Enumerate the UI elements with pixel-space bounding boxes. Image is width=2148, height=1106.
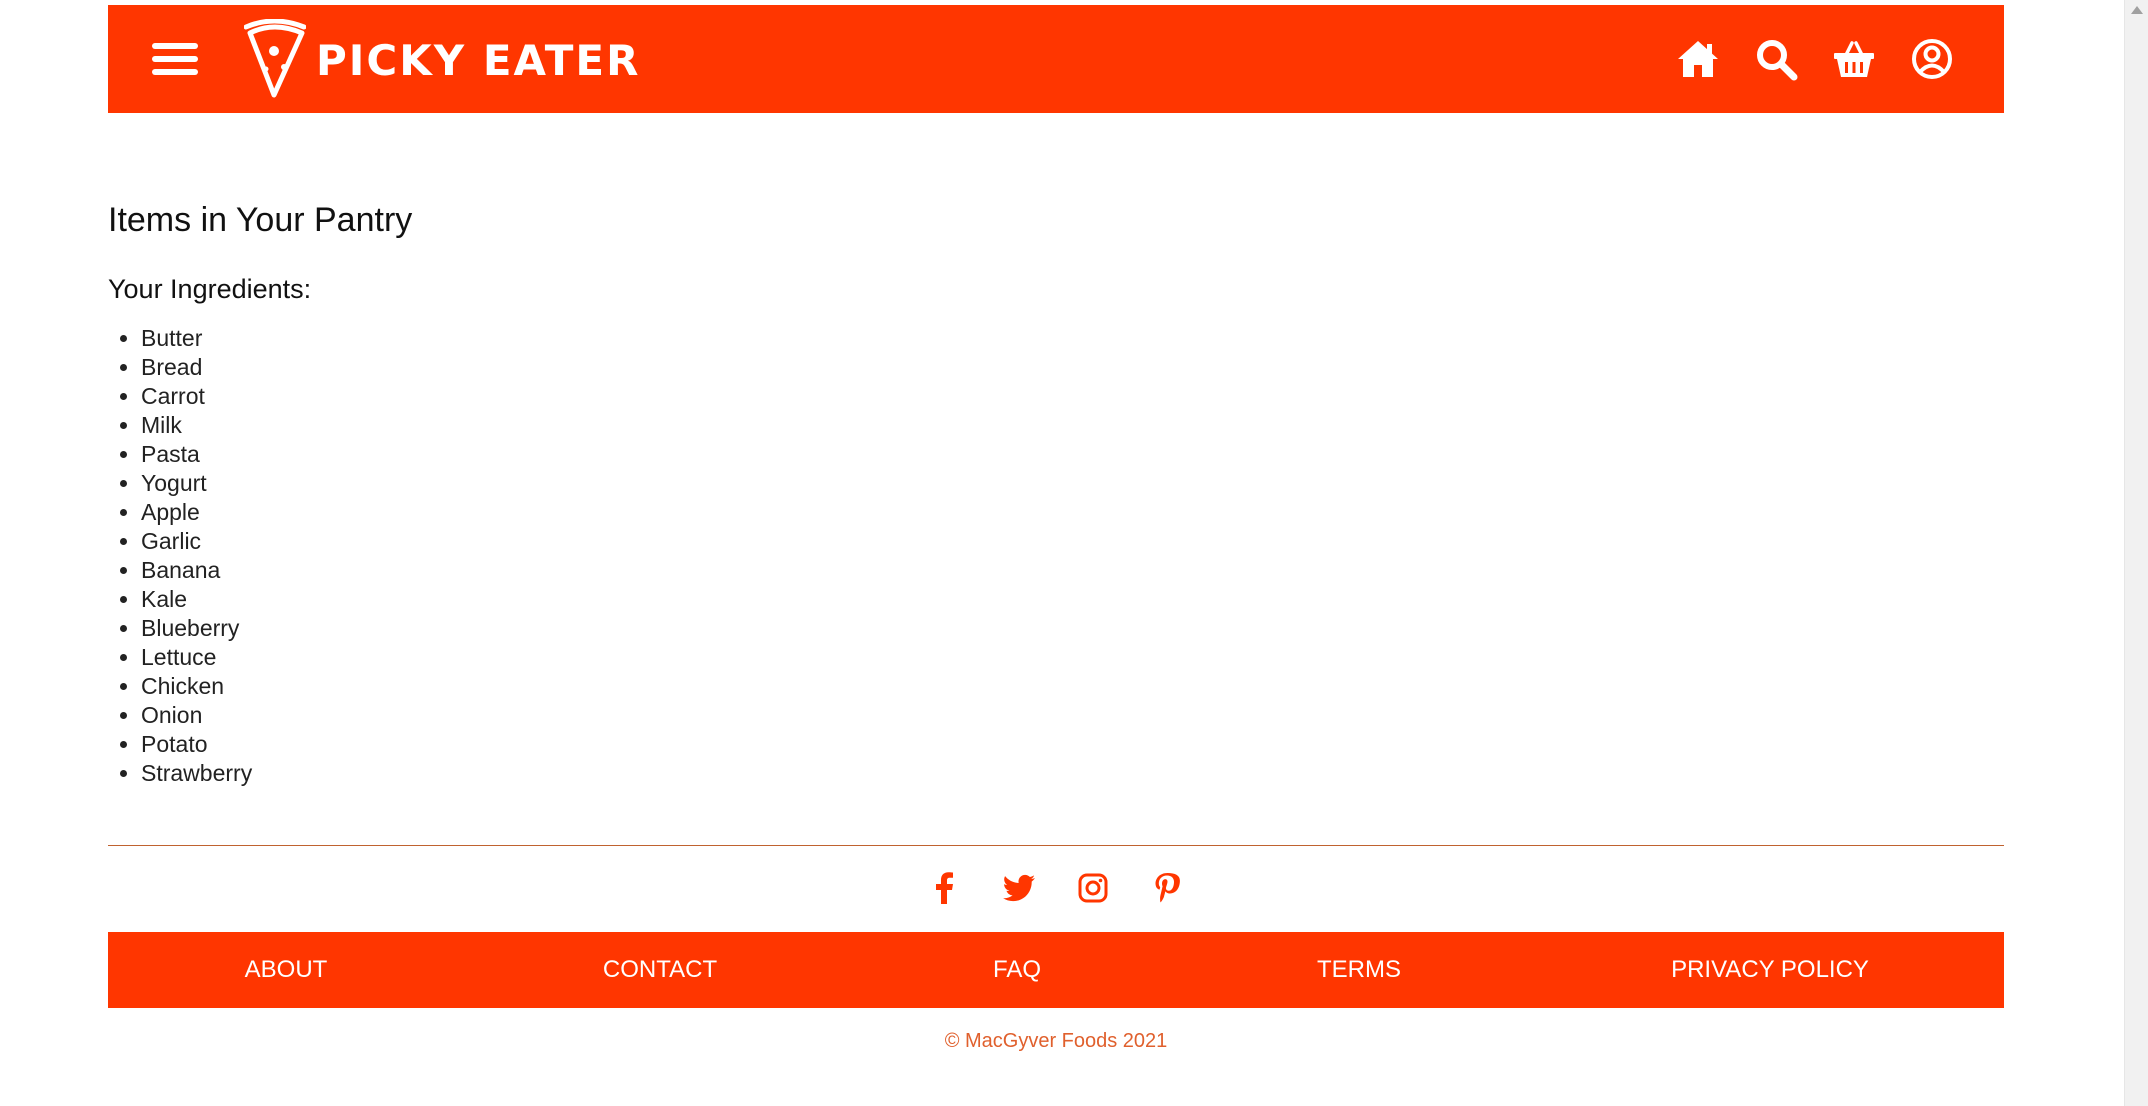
footer-link-faq[interactable]: FAQ bbox=[993, 932, 1041, 1008]
ingredient-item: Onion bbox=[141, 701, 2004, 730]
instagram-icon[interactable] bbox=[1075, 870, 1111, 906]
page-title: Items in Your Pantry bbox=[108, 201, 413, 239]
home-icon[interactable] bbox=[1676, 37, 1720, 81]
ingredient-item: Apple bbox=[141, 498, 2004, 527]
basket-icon[interactable] bbox=[1832, 37, 1876, 81]
footer-link-terms[interactable]: TERMS bbox=[1317, 932, 1401, 1008]
menu-button[interactable] bbox=[152, 39, 200, 79]
copyright-text: © MacGyver Foods 2021 bbox=[944, 1030, 1168, 1052]
ingredient-item: Potato bbox=[141, 730, 2004, 759]
ingredient-item: Blueberry bbox=[141, 614, 2004, 643]
ingredient-item: Chicken bbox=[141, 672, 2004, 701]
header-nav-icons bbox=[1676, 35, 1954, 83]
ingredient-list: ButterBreadCarrotMilkPastaYogurtAppleGar… bbox=[108, 324, 2004, 788]
brand-name: PICKY EATER bbox=[316, 35, 641, 85]
footer-link-privacy-policy[interactable]: PRIVACY POLICY bbox=[1671, 932, 1869, 1008]
ingredients-heading: Your Ingredients: bbox=[108, 274, 312, 304]
ingredient-item: Yogurt bbox=[141, 469, 2004, 498]
menu-icon-bar bbox=[152, 56, 198, 62]
ingredient-item: Kale bbox=[141, 585, 2004, 614]
page: PICKY EATER Items in Your Pantry Your In… bbox=[0, 0, 2148, 1106]
ingredient-item: Pasta bbox=[141, 440, 2004, 469]
twitter-icon[interactable] bbox=[1001, 870, 1037, 906]
search-icon[interactable] bbox=[1754, 37, 1798, 81]
social-links bbox=[0, 870, 2112, 906]
footer-link-about[interactable]: ABOUT bbox=[245, 932, 328, 1008]
scroll-up-arrow-icon[interactable] bbox=[2131, 6, 2143, 14]
vertical-scrollbar[interactable] bbox=[2124, 0, 2148, 1106]
ingredient-item: Strawberry bbox=[141, 759, 2004, 788]
ingredient-item: Butter bbox=[141, 324, 2004, 353]
ingredient-item: Lettuce bbox=[141, 643, 2004, 672]
ingredient-item: Garlic bbox=[141, 527, 2004, 556]
pizza-slice-icon bbox=[244, 19, 306, 98]
ingredient-item: Bread bbox=[141, 353, 2004, 382]
pinterest-icon[interactable] bbox=[1149, 870, 1185, 906]
menu-icon-bar bbox=[152, 43, 198, 49]
ingredient-item: Carrot bbox=[141, 382, 2004, 411]
site-logo[interactable]: PICKY EATER bbox=[244, 19, 640, 101]
menu-icon-bar bbox=[152, 69, 198, 75]
ingredient-item: Banana bbox=[141, 556, 2004, 585]
facebook-icon[interactable] bbox=[927, 870, 963, 906]
user-icon[interactable] bbox=[1910, 37, 1954, 81]
footer-divider bbox=[108, 845, 2004, 846]
site-header: PICKY EATER bbox=[108, 5, 2004, 113]
footer-nav: ABOUT CONTACT FAQ TERMS PRIVACY POLICY bbox=[108, 932, 2004, 1008]
footer-link-contact[interactable]: CONTACT bbox=[603, 932, 717, 1008]
main-content: Items in Your Pantry Your Ingredients: B… bbox=[108, 190, 2004, 788]
ingredient-item: Milk bbox=[141, 411, 2004, 440]
